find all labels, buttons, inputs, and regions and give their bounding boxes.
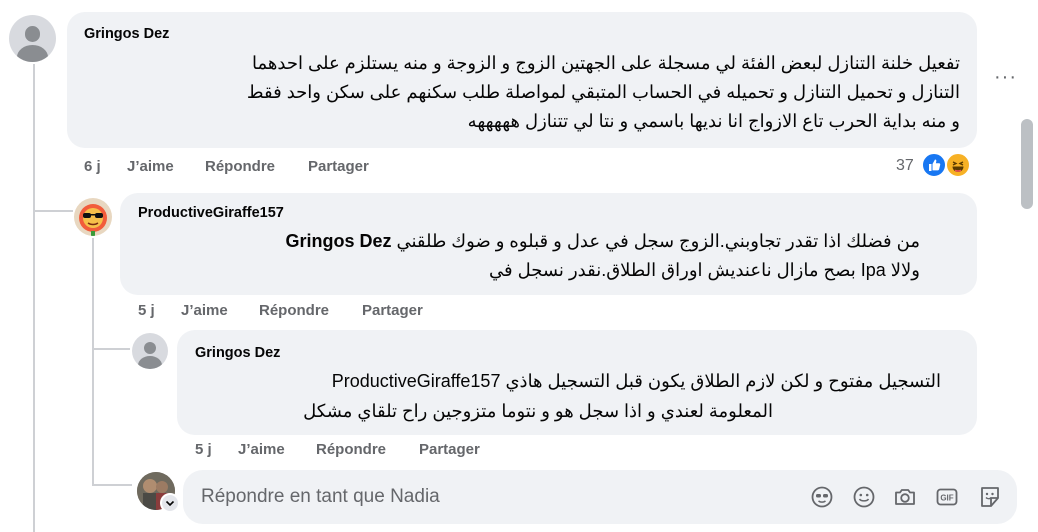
timestamp[interactable]: 5 j [195,441,212,458]
thread-line-branch-1 [33,210,73,212]
scrollbar-thumb[interactable] [1021,119,1033,209]
thread-line-sub [92,238,94,486]
gif-icon[interactable]: GIF [934,484,960,510]
avatar[interactable] [132,333,168,369]
comment-author[interactable]: Gringos Dez [84,26,169,42]
avatar[interactable] [74,198,112,236]
more-options-icon[interactable]: ··· [994,66,1017,89]
thread-line-branch-3 [92,484,132,486]
comment-text-line: ولالا Ipa بصح مازال ناعنديش اوراق الطلاق… [489,260,920,280]
timestamp[interactable]: 6 j [84,158,101,175]
reply-button[interactable]: Répondre [316,441,386,458]
camera-icon[interactable] [892,484,918,510]
like-reaction-icon[interactable] [921,152,947,178]
reply-placeholder: Répondre en tant que Nadia [201,486,440,507]
comment-author[interactable]: ProductiveGiraffe157 [138,205,284,221]
comment-text-line: المعلومة لعندي و اذا سجل هو و نتوما متزو… [303,401,773,421]
timestamp[interactable]: 5 j [138,302,155,319]
comment-text-line: و منه بداية الحرب تاع الازواج انا نديها … [467,111,960,131]
share-button[interactable]: Partager [308,158,369,175]
comment-text-line: التنازل و تحميل التنازل و تحميله في الحس… [246,82,960,102]
thread-line-branch-2 [92,348,130,350]
comment-text-line: تفعيل خلنة التنازل لبعض الفئة لي مسجلة ع… [252,53,960,73]
avatar[interactable] [9,15,56,62]
mention-link[interactable]: Gringos Dez [285,231,391,251]
reply-button[interactable]: Répondre [259,302,329,319]
reaction-count[interactable]: 37 [896,157,914,175]
sticker-icon[interactable] [977,484,1003,510]
like-button[interactable]: J’aime [238,441,285,458]
comment-text: من فضلك اذا تقدر تجاوبني.الزوج سجل في عد… [396,231,920,251]
svg-text:GIF: GIF [940,494,953,503]
comment-text-line: من فضلك اذا تقدر تجاوبني.الزوج سجل في عد… [285,227,920,256]
share-button[interactable]: Partager [419,441,480,458]
chevron-down-icon[interactable] [160,493,180,513]
thread-line-main [33,64,35,532]
haha-reaction-icon[interactable] [945,152,971,178]
comment-text-line: التسجيل مفتوح و لكن لازم الطلاق يكون قبل… [331,371,941,391]
reply-input[interactable]: Répondre en tant que Nadia GIF [183,470,1017,524]
avatar-sticker-icon[interactable] [809,484,835,510]
like-button[interactable]: J’aime [127,158,174,175]
comment-author[interactable]: Gringos Dez [195,345,280,361]
reply-button[interactable]: Répondre [205,158,275,175]
like-button[interactable]: J’aime [181,302,228,319]
emoji-icon[interactable] [851,484,877,510]
share-button[interactable]: Partager [362,302,423,319]
